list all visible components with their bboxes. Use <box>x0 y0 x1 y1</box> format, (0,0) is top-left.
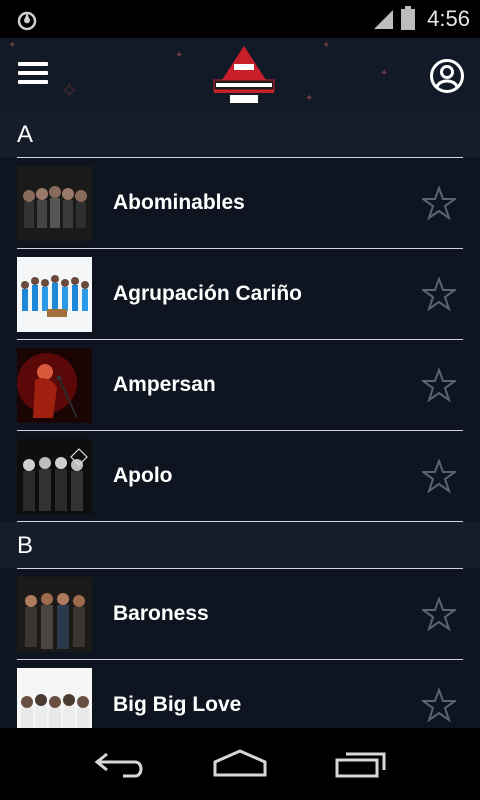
star-outline-icon[interactable] <box>422 688 456 722</box>
section-letter: A <box>17 121 34 148</box>
system-nav-bar <box>0 728 480 800</box>
artist-photo <box>17 166 92 241</box>
star-decoration: ✦ <box>380 68 389 79</box>
menu-button[interactable] <box>18 62 48 86</box>
artist-name: Baroness <box>113 602 209 625</box>
star-decoration: ✦ <box>305 93 314 104</box>
vive-latino-logo[interactable] <box>208 46 280 106</box>
artist-name: Big Big Love <box>113 693 242 716</box>
artist-name: Ampersan <box>113 373 216 396</box>
back-icon[interactable] <box>93 748 147 778</box>
artist-name: Agrupación Cariño <box>113 282 303 305</box>
section-header-a: A <box>0 111 480 157</box>
menu-icon <box>18 62 48 66</box>
signal-icon <box>374 10 393 29</box>
artist-photo <box>17 348 92 423</box>
star-decoration: ✧ <box>60 78 79 103</box>
star-outline-icon[interactable] <box>422 459 456 493</box>
home-icon[interactable] <box>211 748 269 778</box>
artist-photo <box>17 439 92 514</box>
artist-name: Abominables <box>113 191 245 214</box>
recent-apps-icon[interactable] <box>334 748 390 778</box>
clock: 4:56 <box>427 6 470 31</box>
artist-list: A Abominables Agrupación Cariño Ampersan… <box>0 111 480 728</box>
battery-icon <box>401 6 415 30</box>
star-outline-icon[interactable] <box>422 597 456 631</box>
artist-photo <box>17 577 92 652</box>
artist-row-abominables[interactable]: Abominables <box>0 158 480 248</box>
star-outline-icon[interactable] <box>422 186 456 220</box>
artist-row-ampersan[interactable]: Ampersan <box>0 340 480 430</box>
artist-row-baroness[interactable]: Baroness <box>0 569 480 659</box>
artist-photo <box>17 668 92 728</box>
star-decoration: ✦ <box>175 50 184 61</box>
artist-photo <box>17 257 92 332</box>
status-bar: 4:56 <box>0 0 480 38</box>
section-letter: B <box>17 532 34 559</box>
star-decoration: ✦ <box>322 40 331 51</box>
star-outline-icon[interactable] <box>422 277 456 311</box>
artist-row-agrupacion-carino[interactable]: Agrupación Cariño <box>0 249 480 339</box>
star-outline-icon[interactable] <box>422 368 456 402</box>
drop-notification-icon <box>17 11 37 31</box>
profile-icon[interactable] <box>429 58 465 94</box>
app-header: ✦ ✧ ✦ ✦ ✦ ✦ <box>0 38 480 111</box>
artist-row-apolo[interactable]: Apolo <box>0 431 480 521</box>
section-header-b: B <box>0 522 480 568</box>
star-decoration: ✦ <box>8 40 17 51</box>
artist-name: Apolo <box>113 464 173 487</box>
artist-row-big-big-love[interactable]: Big Big Love <box>0 660 480 728</box>
